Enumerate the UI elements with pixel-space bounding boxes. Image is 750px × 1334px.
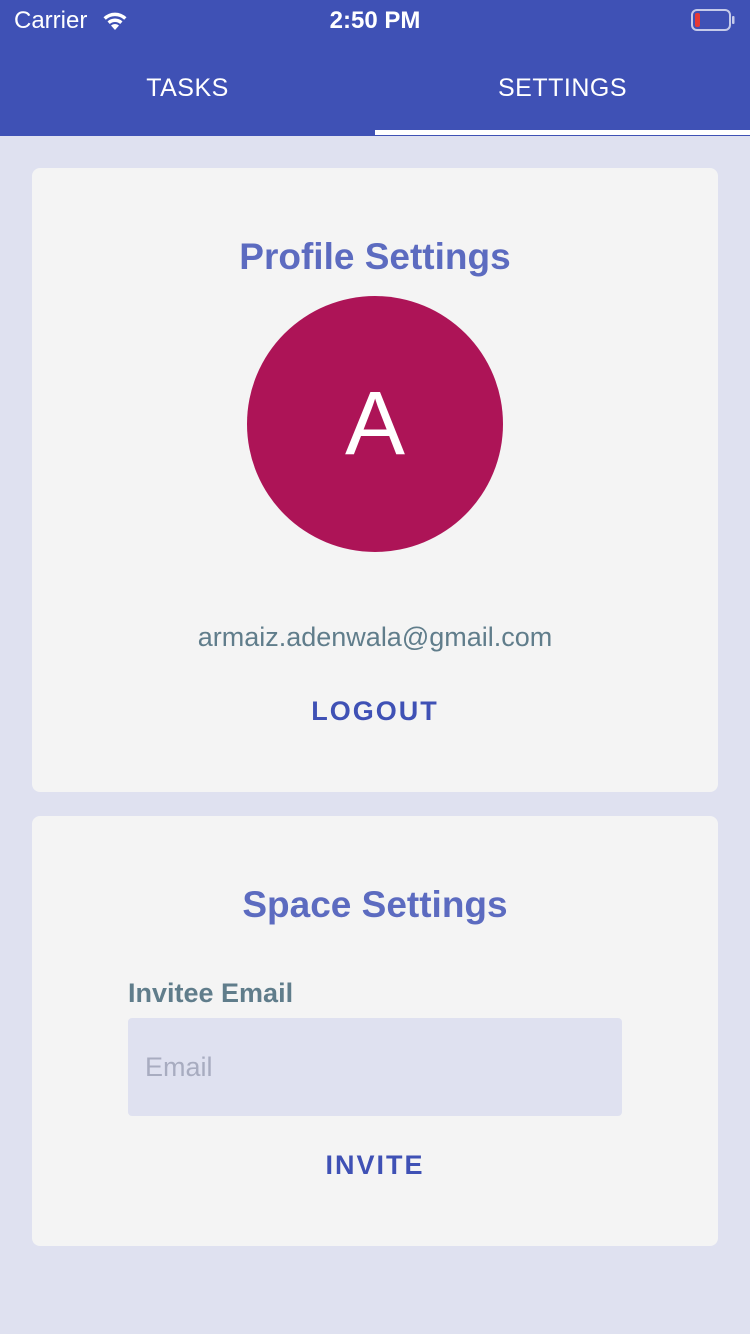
avatar-initial: A — [344, 374, 406, 474]
active-tab-indicator — [375, 130, 750, 135]
avatar: A — [247, 296, 503, 552]
tab-settings[interactable]: SETTINGS — [375, 60, 750, 136]
user-email: armaiz.adenwala@gmail.com — [197, 622, 553, 652]
profile-settings-card: Profile Settings A armaiz.adenwala@gmail… — [32, 168, 718, 792]
tab-bar: TASKS SETTINGS — [0, 60, 750, 136]
space-settings-card: Space Settings Invitee Email INVITE — [32, 816, 718, 1246]
status-bar: Carrier 2:50 PM — [0, 0, 750, 40]
tab-tasks[interactable]: TASKS — [0, 60, 375, 136]
status-time: 2:50 PM — [329, 7, 421, 34]
profile-settings-title: Profile Settings — [239, 236, 511, 277]
invitee-email-input[interactable] — [128, 1018, 622, 1116]
logout-button[interactable]: LOGOUT — [32, 696, 718, 727]
battery-icon — [691, 9, 735, 31]
invitee-email-label: Invitee Email — [128, 978, 294, 1008]
invite-button[interactable]: INVITE — [32, 1150, 718, 1181]
app-header: Carrier 2:50 PM TASKS SETTINGS — [0, 0, 750, 136]
space-settings-title: Space Settings — [242, 884, 508, 925]
